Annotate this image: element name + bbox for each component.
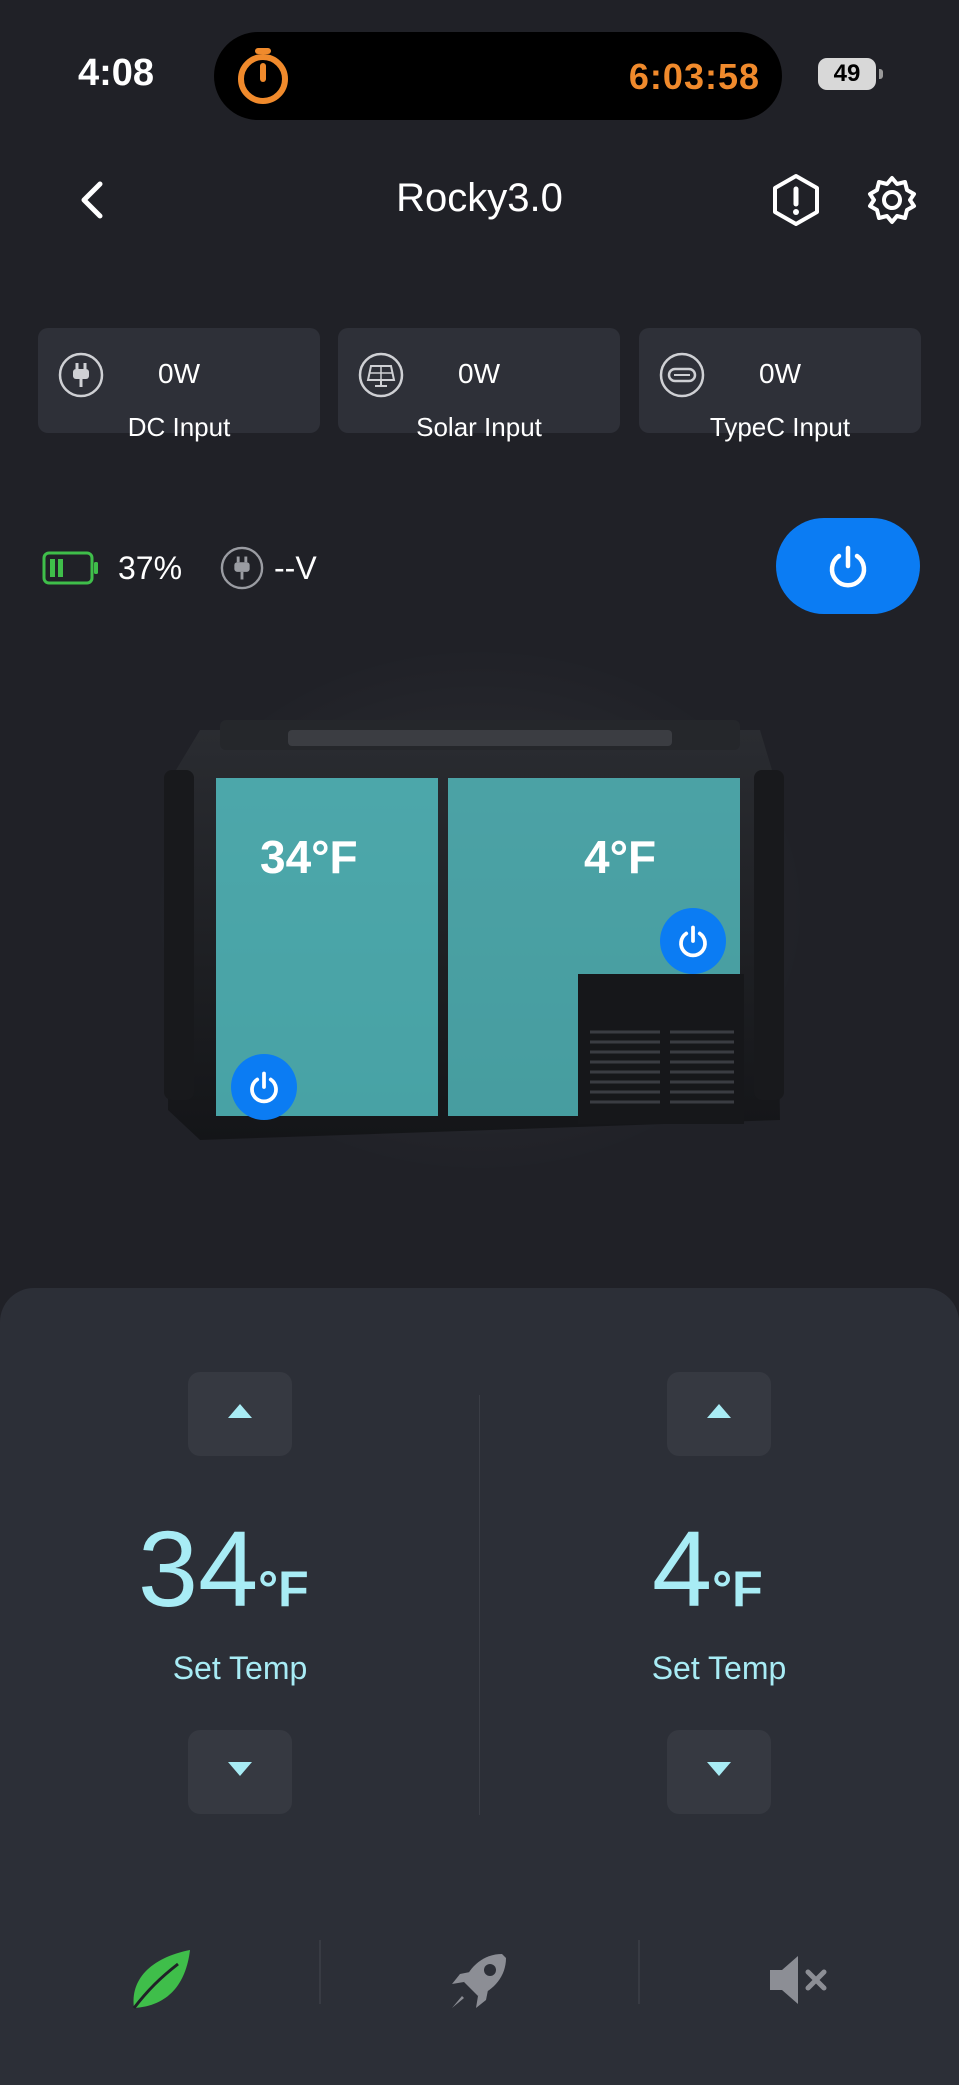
triangle-up-icon [228, 1404, 252, 1418]
dc-input-card: 0W DC Input [38, 328, 320, 442]
right-set-temp-unit: °F [712, 1561, 763, 1617]
power-icon [250, 1071, 278, 1104]
typec-input-label: TypeC Input [709, 412, 851, 442]
mute-tab[interactable] [760, 1940, 840, 2020]
dc-input-value: 0W [158, 358, 200, 389]
solar-input-card: 0W Solar Input [338, 328, 620, 442]
solar-input-value: 0W [458, 358, 500, 389]
eco-mode-tab[interactable] [120, 1940, 200, 2020]
power-icon [829, 545, 867, 588]
panel-divider [479, 1395, 480, 1815]
boost-mode-tab[interactable] [440, 1940, 520, 2020]
battery-percent: 37% [118, 550, 183, 586]
timer-text: 6:03:58 [628, 56, 760, 97]
triangle-up-icon [707, 1404, 731, 1418]
tab-separator [319, 1940, 321, 2004]
status-time: 4:08 [78, 52, 155, 94]
voltage-value: --V [274, 550, 317, 586]
solar-input-label: Solar Input [416, 412, 542, 442]
battery-icon [42, 551, 98, 585]
power-icon [679, 925, 707, 958]
triangle-down-icon [707, 1762, 731, 1776]
left-zone-power-button[interactable] [231, 1054, 297, 1120]
battery-status: 49 [818, 58, 883, 90]
left-set-temp-display: 34°F [138, 1506, 358, 1631]
right-zone-power-button[interactable] [660, 908, 726, 974]
tab-separator [638, 1940, 640, 2004]
left-set-temp-unit: °F [258, 1561, 309, 1617]
right-set-temp-display: 4°F [652, 1506, 832, 1631]
left-zone-temp: 34°F [260, 831, 358, 883]
typec-input-value: 0W [759, 358, 801, 389]
timer-icon [238, 48, 288, 104]
left-temp-down-button[interactable] [188, 1730, 292, 1814]
right-set-temp-label: Set Temp [651, 1650, 787, 1686]
settings-button[interactable] [862, 170, 922, 230]
left-temp-up-button[interactable] [188, 1372, 292, 1456]
dc-input-label: DC Input [127, 412, 231, 442]
right-set-temp-value: 4 [652, 1508, 713, 1629]
right-zone-temp: 4°F [584, 831, 657, 883]
plug-icon [220, 546, 264, 590]
right-temp-down-button[interactable] [667, 1730, 771, 1814]
triangle-down-icon [228, 1762, 252, 1776]
dynamic-island[interactable]: 6:03:58 [214, 32, 782, 120]
left-set-temp-value: 34 [138, 1508, 259, 1629]
left-set-temp-label: Set Temp [172, 1650, 308, 1686]
main-power-button[interactable] [776, 518, 920, 614]
typec-input-card: 0W TypeC Input [639, 328, 921, 442]
right-temp-up-button[interactable] [667, 1372, 771, 1456]
alert-button[interactable] [766, 170, 826, 230]
